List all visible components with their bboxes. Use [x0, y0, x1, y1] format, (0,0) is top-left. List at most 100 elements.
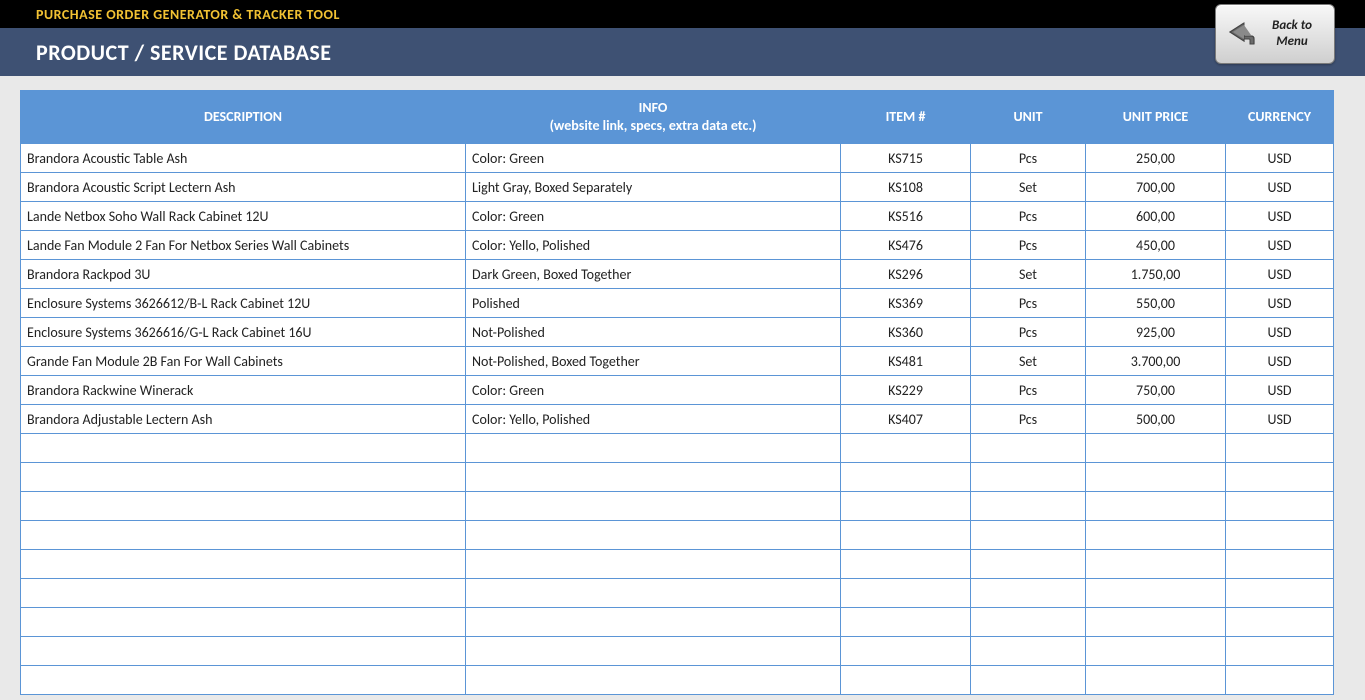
cell-price[interactable]: 550,00	[1086, 289, 1226, 318]
cell-item[interactable]	[841, 463, 971, 492]
table-row-empty[interactable]	[21, 666, 1334, 695]
cell-item[interactable]	[841, 666, 971, 695]
cell-unit[interactable]: Set	[971, 347, 1086, 376]
cell-description[interactable]: Lande Fan Module 2 Fan For Netbox Series…	[21, 231, 466, 260]
cell-currency[interactable]: USD	[1226, 347, 1334, 376]
cell-currency[interactable]	[1226, 463, 1334, 492]
cell-currency[interactable]	[1226, 637, 1334, 666]
cell-info[interactable]: Color: Yello, Polished	[466, 231, 841, 260]
cell-description[interactable]	[21, 463, 466, 492]
cell-item[interactable]: KS296	[841, 260, 971, 289]
cell-currency[interactable]	[1226, 492, 1334, 521]
cell-currency[interactable]: USD	[1226, 260, 1334, 289]
cell-price[interactable]: 3.700,00	[1086, 347, 1226, 376]
cell-currency[interactable]: USD	[1226, 202, 1334, 231]
cell-description[interactable]	[21, 666, 466, 695]
cell-currency[interactable]	[1226, 579, 1334, 608]
table-row-empty[interactable]	[21, 492, 1334, 521]
cell-info[interactable]	[466, 637, 841, 666]
cell-price[interactable]	[1086, 521, 1226, 550]
cell-currency[interactable]	[1226, 521, 1334, 550]
cell-description[interactable]	[21, 579, 466, 608]
table-row-empty[interactable]	[21, 434, 1334, 463]
cell-description[interactable]	[21, 492, 466, 521]
cell-currency[interactable]	[1226, 608, 1334, 637]
cell-unit[interactable]: Pcs	[971, 376, 1086, 405]
cell-price[interactable]	[1086, 608, 1226, 637]
cell-unit[interactable]: Set	[971, 173, 1086, 202]
cell-currency[interactable]	[1226, 666, 1334, 695]
cell-price[interactable]: 925,00	[1086, 318, 1226, 347]
cell-item[interactable]: KS407	[841, 405, 971, 434]
cell-item[interactable]	[841, 579, 971, 608]
cell-price[interactable]: 500,00	[1086, 405, 1226, 434]
table-row[interactable]: Enclosure Systems 3626612/B-L Rack Cabin…	[21, 289, 1334, 318]
cell-item[interactable]	[841, 492, 971, 521]
cell-price[interactable]	[1086, 463, 1226, 492]
table-row[interactable]: Brandora Acoustic Script Lectern AshLigh…	[21, 173, 1334, 202]
cell-info[interactable]	[466, 434, 841, 463]
cell-info[interactable]	[466, 608, 841, 637]
table-row-empty[interactable]	[21, 463, 1334, 492]
cell-item[interactable]	[841, 637, 971, 666]
cell-currency[interactable]: USD	[1226, 405, 1334, 434]
cell-unit[interactable]	[971, 434, 1086, 463]
cell-item[interactable]	[841, 550, 971, 579]
cell-unit[interactable]: Pcs	[971, 231, 1086, 260]
cell-unit[interactable]	[971, 666, 1086, 695]
cell-info[interactable]	[466, 463, 841, 492]
cell-item[interactable]	[841, 608, 971, 637]
cell-item[interactable]	[841, 434, 971, 463]
table-row[interactable]: Lande Netbox Soho Wall Rack Cabinet 12UC…	[21, 202, 1334, 231]
cell-info[interactable]	[466, 521, 841, 550]
cell-price[interactable]: 250,00	[1086, 144, 1226, 173]
cell-currency[interactable]: USD	[1226, 318, 1334, 347]
cell-price[interactable]	[1086, 637, 1226, 666]
cell-currency[interactable]: USD	[1226, 144, 1334, 173]
cell-item[interactable]: KS108	[841, 173, 971, 202]
cell-unit[interactable]: Pcs	[971, 405, 1086, 434]
cell-price[interactable]: 750,00	[1086, 376, 1226, 405]
cell-unit[interactable]: Pcs	[971, 144, 1086, 173]
cell-info[interactable]: Color: Green	[466, 376, 841, 405]
cell-info[interactable]	[466, 492, 841, 521]
cell-info[interactable]	[466, 550, 841, 579]
cell-unit[interactable]: Pcs	[971, 318, 1086, 347]
cell-info[interactable]: Dark Green, Boxed Together	[466, 260, 841, 289]
cell-unit[interactable]	[971, 637, 1086, 666]
table-row[interactable]: Brandora Adjustable Lectern AshColor: Ye…	[21, 405, 1334, 434]
cell-unit[interactable]: Pcs	[971, 289, 1086, 318]
cell-info[interactable]: Color: Green	[466, 144, 841, 173]
cell-item[interactable]	[841, 521, 971, 550]
cell-info[interactable]	[466, 666, 841, 695]
cell-unit[interactable]: Set	[971, 260, 1086, 289]
cell-description[interactable]	[21, 550, 466, 579]
cell-price[interactable]	[1086, 492, 1226, 521]
cell-description[interactable]: Enclosure Systems 3626616/G-L Rack Cabin…	[21, 318, 466, 347]
cell-unit[interactable]	[971, 550, 1086, 579]
table-row-empty[interactable]	[21, 579, 1334, 608]
cell-unit[interactable]	[971, 521, 1086, 550]
cell-price[interactable]	[1086, 666, 1226, 695]
cell-description[interactable]: Brandora Rackpod 3U	[21, 260, 466, 289]
cell-item[interactable]: KS369	[841, 289, 971, 318]
cell-currency[interactable]: USD	[1226, 376, 1334, 405]
cell-price[interactable]: 700,00	[1086, 173, 1226, 202]
back-to-menu-button[interactable]: Back to Menu	[1215, 4, 1335, 64]
cell-description[interactable]: Lande Netbox Soho Wall Rack Cabinet 12U	[21, 202, 466, 231]
table-row-empty[interactable]	[21, 550, 1334, 579]
table-row[interactable]: Brandora Rackpod 3UDark Green, Boxed Tog…	[21, 260, 1334, 289]
cell-description[interactable]	[21, 521, 466, 550]
cell-description[interactable]	[21, 637, 466, 666]
cell-info[interactable]: Color: Yello, Polished	[466, 405, 841, 434]
cell-price[interactable]	[1086, 550, 1226, 579]
cell-description[interactable]: Brandora Acoustic Script Lectern Ash	[21, 173, 466, 202]
cell-item[interactable]: KS481	[841, 347, 971, 376]
cell-item[interactable]: KS715	[841, 144, 971, 173]
cell-item[interactable]: KS476	[841, 231, 971, 260]
cell-description[interactable]	[21, 608, 466, 637]
cell-info[interactable]: Not-Polished, Boxed Together	[466, 347, 841, 376]
cell-item[interactable]: KS360	[841, 318, 971, 347]
cell-price[interactable]: 600,00	[1086, 202, 1226, 231]
cell-description[interactable]: Brandora Adjustable Lectern Ash	[21, 405, 466, 434]
